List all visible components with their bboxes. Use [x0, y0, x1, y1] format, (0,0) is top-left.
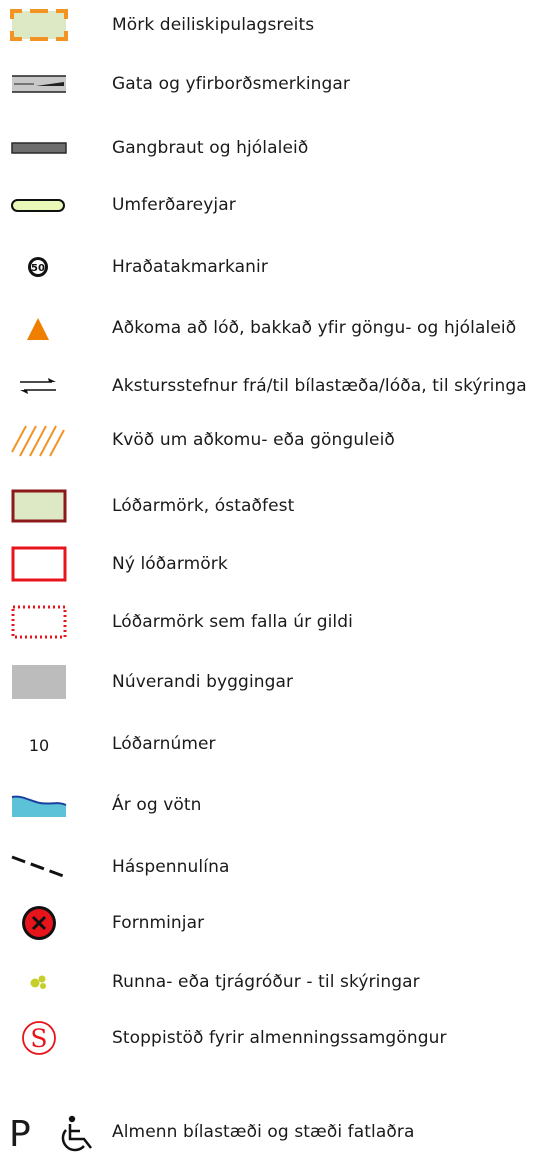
- map-legend: Mörk deiliskipulagsreits Gata og yfirbor…: [0, 0, 544, 1152]
- legend-item-fornminjar: Fornminjar: [0, 903, 544, 943]
- speed-limit-icon: 50: [0, 247, 80, 287]
- legend-item-lodarmork-ostadfest: Lóðarmörk, óstaðfest: [0, 486, 544, 526]
- legend-label: Umferðareyjar: [112, 195, 236, 215]
- legend-label: Fornminjar: [112, 913, 205, 933]
- legend-label: Ný lóðarmörk: [112, 554, 228, 574]
- traffic-island-icon: [0, 185, 80, 225]
- lot-number-value: 10: [29, 736, 49, 755]
- legend-item-ny-lodarmork: Ný lóðarmörk: [0, 544, 544, 584]
- legend-item-runna: Runna- eða tjrágróður - til skýringar: [0, 962, 544, 1002]
- path-bar-icon: [0, 128, 80, 168]
- legend-item-umferdareyjar: Umferðareyjar: [0, 185, 544, 225]
- legend-label: Mörk deiliskipulagsreits: [112, 15, 315, 35]
- legend-label: Kvöð um aðkomu- eða gönguleið: [112, 430, 395, 450]
- red-lot-boundary-icon: [0, 544, 80, 584]
- legend-label: Aðkoma að lóð, bakkað yfir göngu- og hjó…: [112, 318, 517, 338]
- legend-item-lodarmork-falla: Lóðarmörk sem falla úr gildi: [0, 602, 544, 642]
- legend-label: Gata og yfirborðsmerkingar: [112, 74, 351, 94]
- lot-number-icon: 10: [0, 724, 80, 764]
- legend-label: Stoppistöð fyrir almenningssamgöngur: [112, 1028, 447, 1048]
- shrub-icon: [0, 962, 80, 1002]
- legend-label: Háspennulína: [112, 857, 230, 877]
- dotted-red-boundary-icon: [0, 602, 80, 642]
- legend-label: Núverandi byggingar: [112, 672, 294, 692]
- legend-item-nuverandi-byggingar: Núverandi byggingar: [0, 662, 544, 702]
- legend-item-haspennulina: Háspennulína: [0, 847, 544, 887]
- green-lot-boundary-icon: [0, 486, 80, 526]
- legend-label: Runna- eða tjrágróður - til skýringar: [112, 972, 420, 992]
- parking-accessible-icon: P: [0, 1112, 110, 1152]
- legend-item-stoppistod: S Stoppistöð fyrir almenningssamgöngur: [0, 1018, 544, 1058]
- legend-item-lodarnumer: 10 Lóðarnúmer: [0, 724, 544, 764]
- parking-letter: P: [9, 1114, 31, 1152]
- legend-item-gangbraut: Gangbraut og hjólaleið: [0, 128, 544, 168]
- bus-stop-s-icon: S: [0, 1018, 80, 1058]
- legend-item-hradatakmarkanir: 50 Hraðatakmarkanir: [0, 247, 544, 287]
- legend-item-mork-deiliskipulagsreits: Mörk deiliskipulagsreits: [0, 5, 544, 45]
- legend-item-gata: Gata og yfirborðsmerkingar: [0, 64, 544, 104]
- legend-label: Gangbraut og hjólaleið: [112, 138, 309, 158]
- water-icon: [0, 785, 80, 825]
- legend-item-adkoma: Aðkoma að lóð, bakkað yfir göngu- og hjó…: [0, 308, 544, 348]
- legend-label: Lóðarmörk, óstaðfest: [112, 496, 295, 516]
- legend-label: Lóðarnúmer: [112, 734, 216, 754]
- red-cross-circle-icon: [0, 903, 80, 943]
- speed-limit-value: 50: [31, 263, 45, 274]
- dashed-line-icon: [0, 847, 80, 887]
- legend-item-akstursstefnur: Akstursstefnur frá/til bílastæða/lóða, t…: [0, 366, 544, 406]
- dashed-orange-boundary-icon: [0, 5, 80, 45]
- legend-item-ar-og-votn: Ár og vötn: [0, 785, 544, 825]
- gray-building-icon: [0, 662, 80, 702]
- legend-item-bilastaedi: P Almenn bílastæði og stæði fatlaðra: [0, 1112, 544, 1152]
- orange-hatch-icon: [0, 420, 80, 460]
- road-marking-icon: [0, 64, 80, 104]
- legend-label: Hraðatakmarkanir: [112, 257, 268, 277]
- legend-label: Lóðarmörk sem falla úr gildi: [112, 612, 353, 632]
- bus-stop-letter: S: [30, 1024, 47, 1053]
- orange-triangle-icon: [0, 308, 80, 348]
- legend-label: Akstursstefnur frá/til bílastæða/lóða, t…: [112, 376, 527, 396]
- legend-item-kvod: Kvöð um aðkomu- eða gönguleið: [0, 420, 544, 460]
- two-way-arrows-icon: [0, 366, 80, 406]
- legend-label: Ár og vötn: [112, 795, 202, 815]
- legend-label: Almenn bílastæði og stæði fatlaðra: [112, 1122, 415, 1142]
